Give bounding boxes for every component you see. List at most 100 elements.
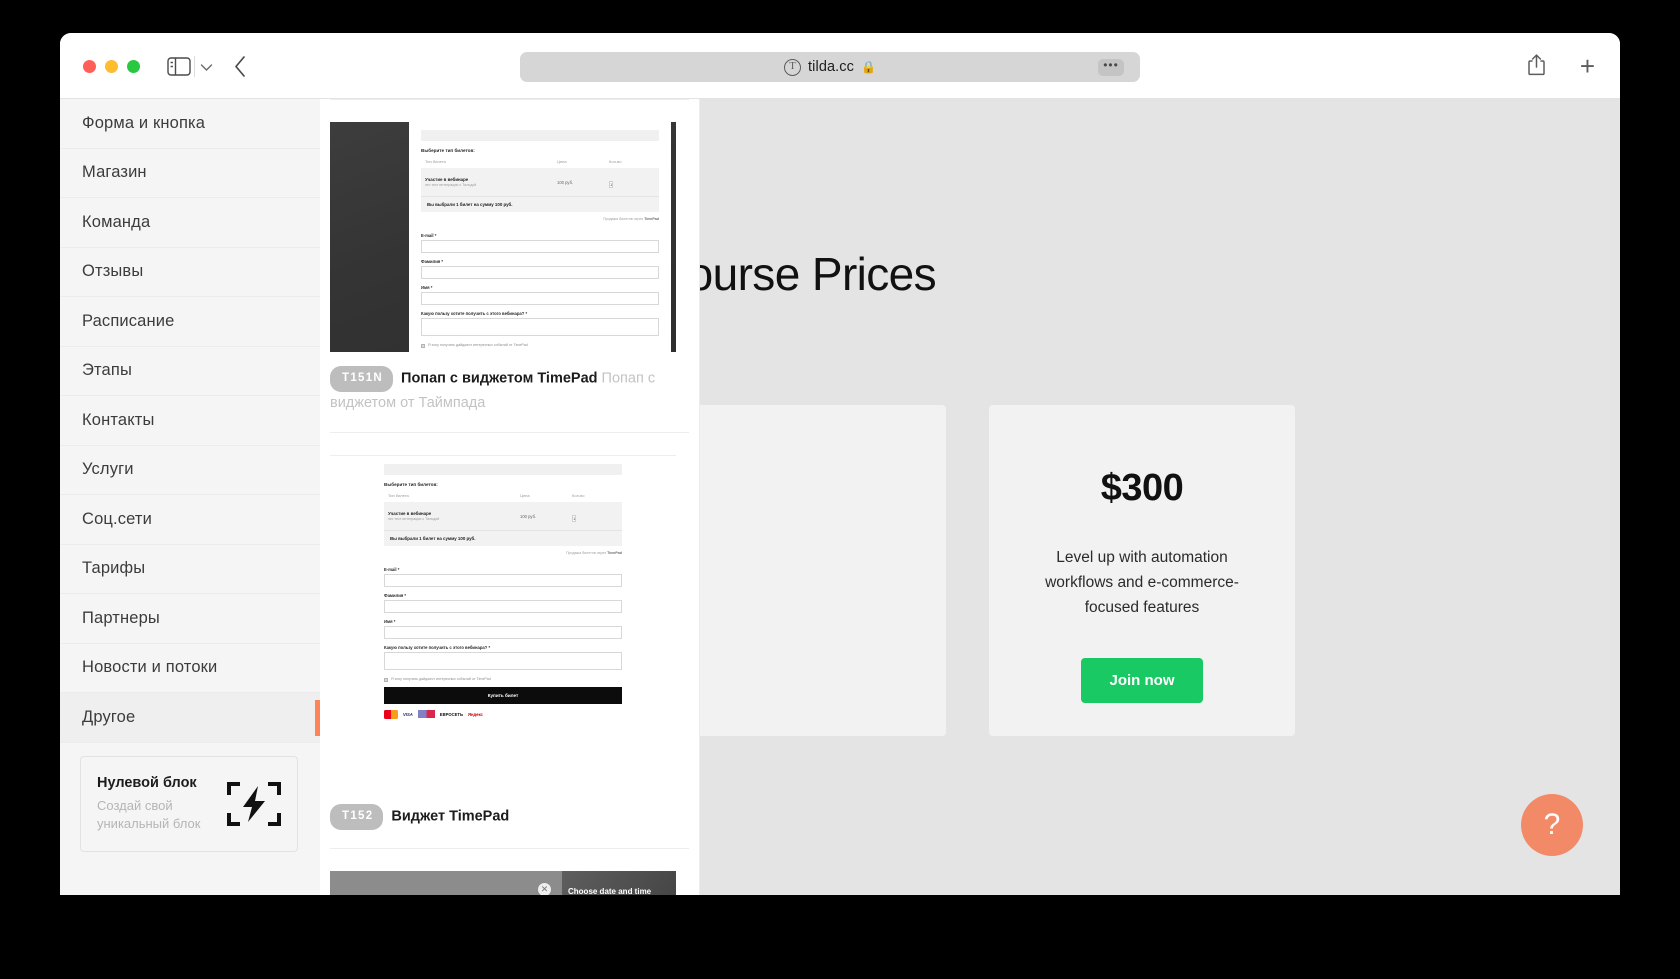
close-window-button[interactable]	[83, 60, 96, 73]
yandex-money-icon: Яндекс	[467, 711, 483, 717]
category-sidebar[interactable]: Форма и кнопка Магазин Команда Отзывы Ра…	[60, 99, 320, 895]
email-field	[384, 574, 622, 588]
minimize-window-button[interactable]	[105, 60, 118, 73]
sidebar-item-uslugi[interactable]: Услуги	[60, 446, 320, 495]
block-thumbnail-booking[interactable]: 30 мин. Маникюр без покрытия ✕ Choose da…	[330, 871, 676, 895]
maximize-window-button[interactable]	[127, 60, 140, 73]
field-label-lastname: Фамилия *	[384, 593, 407, 599]
sidebar-item-tarify[interactable]: Тарифы	[60, 545, 320, 594]
ticket-table-header: Тип билета Цена Кол-во	[421, 159, 659, 168]
digest-checkbox: Я хочу получать дайджест интересных собы…	[421, 343, 659, 348]
block-thumbnail-t151n[interactable]: Выберите тип билетов: Тип билета Цена Ко…	[330, 122, 676, 352]
email-field	[421, 240, 659, 253]
ticket-total: Вы выбрали 1 билет на сумму 100 руб.	[421, 196, 659, 212]
sidebar-item-partnery[interactable]: Партнеры	[60, 594, 320, 644]
sidebar-toggle-icon[interactable]	[167, 57, 191, 76]
sidebar-item-etapy[interactable]: Этапы	[60, 347, 320, 396]
close-icon: ✕	[538, 883, 551, 895]
block-title: Попап с виджетом TimePad	[401, 370, 598, 387]
zero-block-card[interactable]: Нулевой блок Создай свой уникальный блок	[80, 756, 298, 852]
booking-right-title: Choose date and time	[568, 887, 652, 895]
ticket-name: Участие в вебинаре	[425, 177, 469, 182]
ticket-price: 100 руб.	[557, 179, 574, 185]
col-qty: Кол-во	[572, 493, 585, 499]
page-preview[interactable]: Course Prices $300 Level up with automat…	[700, 99, 1620, 895]
price-amount: $300	[1100, 467, 1184, 509]
ticket-note: это тест интеграции с Тильдой	[425, 183, 477, 187]
sidebar-item-label: Этапы	[82, 361, 132, 380]
maestro-icon	[417, 710, 435, 719]
toolbar-divider	[194, 56, 195, 77]
field-label-benefit: Какую пользу хотите получить с этого веб…	[384, 645, 491, 651]
join-now-button[interactable]: Join now	[1081, 658, 1203, 704]
col-price: Цена	[520, 493, 530, 499]
window-controls[interactable]	[83, 60, 140, 73]
sidebar-item-kontakty[interactable]: Контакты	[60, 396, 320, 446]
page-title: Course Prices	[700, 248, 937, 300]
new-tab-button[interactable]: +	[1580, 53, 1595, 79]
firstname-field	[384, 626, 622, 640]
col-qty: Кол-во	[609, 159, 622, 164]
sidebar-item-label: Соц.сети	[82, 509, 152, 528]
quantity-stepper: 1	[572, 515, 577, 523]
booking-right-panel: Choose date and time Online booking Tild…	[562, 871, 676, 895]
address-bar[interactable]: T tilda.cc 🔒 •••	[520, 52, 1140, 82]
form-note	[384, 464, 622, 476]
timepad-widget-preview: Выберите тип билетов: Тип билета Цена Ко…	[372, 456, 634, 727]
field-label-firstname: Имя *	[384, 619, 396, 625]
ticket-row: Участие в вебинаре это тест интеграции с…	[384, 502, 622, 531]
sidebar-item-label: Услуги	[82, 460, 134, 479]
credit-brand: TimePad	[607, 551, 622, 556]
list-item[interactable]: Выберите тип билетов: Тип билета Цена Ко…	[320, 433, 699, 848]
share-icon[interactable]	[1527, 53, 1546, 81]
field-label-email: E-mail *	[384, 567, 400, 573]
col-ticket-type: Тип билета	[425, 159, 446, 164]
pricing-card-left[interactable]	[700, 405, 946, 736]
timepad-credit: Продажа билетов через TimePad	[384, 546, 622, 561]
credit-text: Продажа билетов через	[603, 217, 644, 221]
sidebar-item-komanda[interactable]: Команда	[60, 198, 320, 248]
sidebar-item-label: Тарифы	[82, 559, 146, 578]
block-code-badge: T151N	[330, 366, 394, 392]
sidebar-item-forma-i-knopka[interactable]: Форма и кнопка	[60, 99, 320, 149]
ticket-table-header: Тип билета Цена Кол-во	[384, 493, 622, 502]
lock-icon: 🔒	[860, 60, 876, 74]
buy-ticket-button: Купить билет	[384, 686, 622, 704]
zero-block-subtitle-line2: уникальный блок	[97, 816, 201, 831]
mastercard-icon	[384, 709, 398, 719]
sidebar-item-soc-seti[interactable]: Соц.сети	[60, 495, 320, 545]
checkbox-label: Я хочу получать дайджест интересных собы…	[428, 343, 528, 347]
help-button[interactable]: ?	[1521, 794, 1583, 856]
list-item[interactable]: Выберите тип билетов: Тип билета Цена Ко…	[320, 100, 699, 432]
zero-block-subtitle-line1: Создай свой	[97, 798, 173, 814]
ticket-note: это тест интеграции с Тильдой	[388, 517, 440, 522]
block-list-panel[interactable]: Выберите тип билетов: Тип билета Цена Ко…	[320, 99, 700, 895]
ticket-name-cell: Участие в вебинаре это тест интеграции с…	[388, 511, 520, 521]
list-item[interactable]: 30 мин. Маникюр без покрытия ✕ Choose da…	[320, 849, 699, 895]
sidebar-item-raspisanie[interactable]: Расписание	[60, 297, 320, 347]
digest-checkbox: Я хочу получать дайджест интересных собы…	[384, 677, 622, 682]
lastname-field	[421, 266, 659, 279]
firstname-field	[421, 292, 659, 305]
pricing-card-right[interactable]: $300 Level up with automation workflows …	[989, 405, 1295, 736]
zero-block-lightning-icon	[227, 782, 281, 826]
chevron-down-icon[interactable]	[200, 59, 213, 77]
sidebar-item-drugoe[interactable]: Другое	[60, 693, 320, 743]
ticket-row: Участие в вебинаре это тест интеграции с…	[421, 168, 659, 196]
sidebar-item-novosti-i-potoki[interactable]: Новости и потоки	[60, 644, 320, 693]
col-ticket-type: Тип билета	[388, 493, 409, 499]
block-thumbnail-t152[interactable]: Выберите тип билетов: Тип билета Цена Ко…	[330, 455, 676, 791]
field-label-benefit: Какую пользу хотите получить с этого веб…	[421, 311, 528, 316]
sidebar-item-label: Другое	[82, 707, 136, 726]
browser-toolbar: T tilda.cc 🔒 ••• +	[60, 33, 1620, 99]
payment-methods: VISA ЕВРОСЕТЬ Яндекс	[384, 709, 622, 719]
sidebar-item-magazin[interactable]: Магазин	[60, 149, 320, 198]
sidebar-item-otzyvy[interactable]: Отзывы	[60, 248, 320, 297]
evroset-label: ЕВРОСЕТЬ	[439, 711, 463, 717]
sidebar-item-label: Форма и кнопка	[82, 113, 206, 132]
block-caption: T152 Виджет TimePad	[330, 804, 689, 831]
back-chevron-icon[interactable]	[233, 55, 248, 83]
lastname-field	[384, 600, 622, 614]
zero-block-subtitle: Создай свой уникальный блок	[97, 797, 227, 832]
page-menu-button[interactable]: •••	[1098, 59, 1124, 76]
